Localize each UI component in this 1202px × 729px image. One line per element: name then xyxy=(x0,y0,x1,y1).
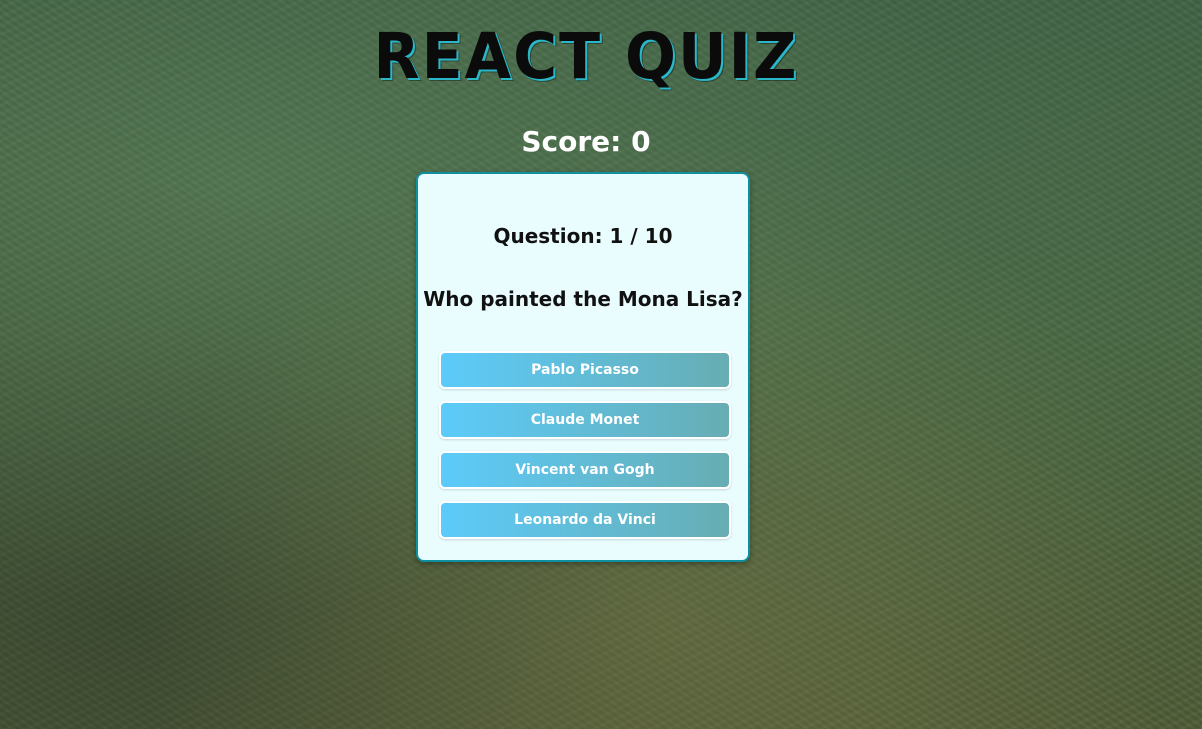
answer-button-2[interactable]: Claude Monet xyxy=(439,401,731,439)
score-display: Score: 0 xyxy=(521,125,651,158)
question-card: Question: 1 / 10 Who painted the Mona Li… xyxy=(416,172,750,562)
answer-list: Pablo Picasso Claude Monet Vincent van G… xyxy=(439,351,731,551)
answer-button-1[interactable]: Pablo Picasso xyxy=(439,351,731,389)
question-text: Who painted the Mona Lisa? xyxy=(423,287,743,311)
answer-button-3[interactable]: Vincent van Gogh xyxy=(439,451,731,489)
question-number: Question: 1 / 10 xyxy=(493,224,673,248)
answer-button-4[interactable]: Leonardo da Vinci xyxy=(439,501,731,539)
app-title: REACT QUIZ xyxy=(373,20,799,94)
